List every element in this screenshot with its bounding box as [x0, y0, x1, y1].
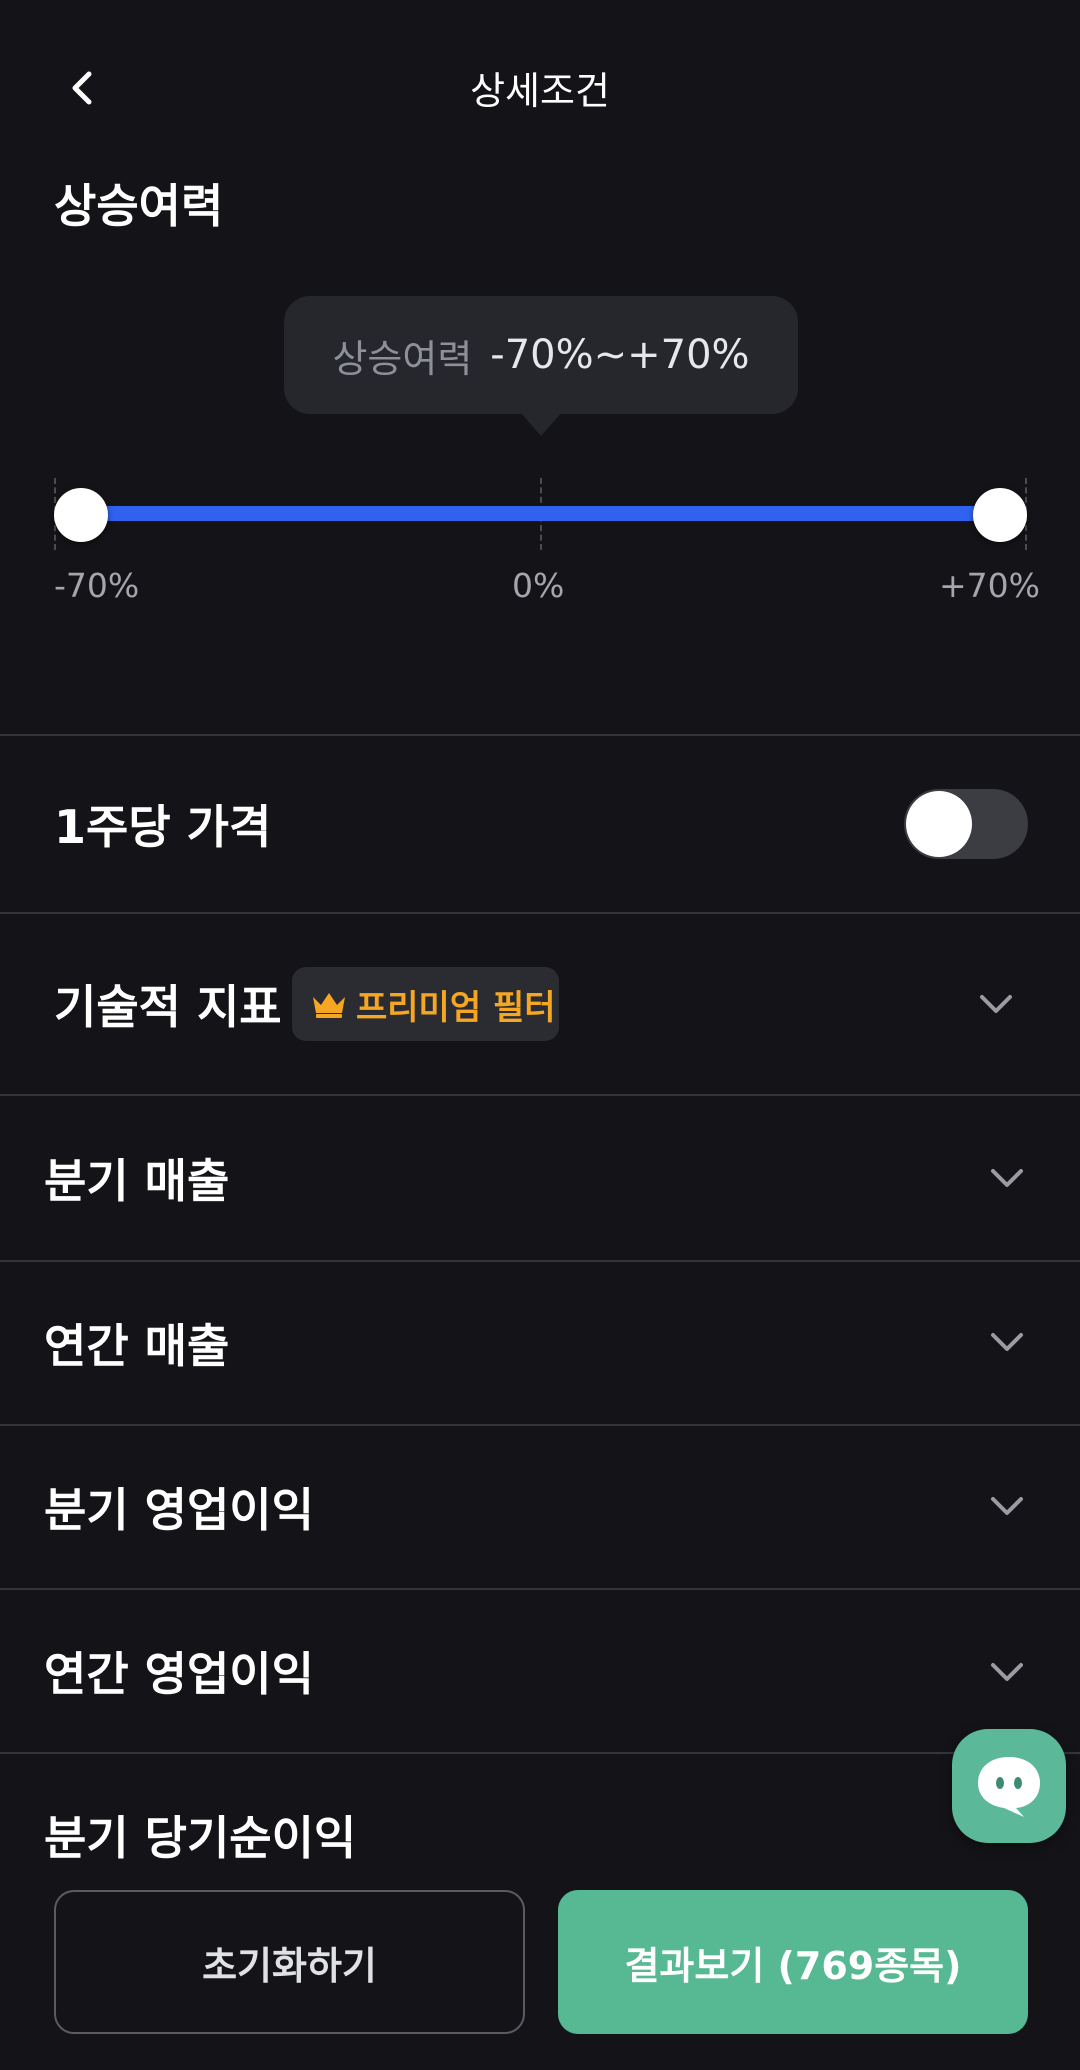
view-results-button[interactable]: 결과보기 (769종목) [558, 1890, 1028, 2034]
page-title: 상세조건 [470, 69, 610, 113]
technical-indicators-label: 기술적 지표 [54, 980, 282, 1034]
upside-section-title: 상승여력 [54, 179, 224, 233]
toggle-knob [906, 791, 972, 857]
header: 상세조건 [0, 0, 1080, 175]
upside-range-slider[interactable] [54, 478, 1027, 550]
filter-row-quarterly-operating-profit[interactable]: 분기 영업이익 [0, 1426, 1080, 1588]
price-per-share-toggle[interactable] [904, 789, 1028, 859]
chevron-down-icon [987, 1652, 1027, 1692]
reset-button[interactable]: 초기화하기 [54, 1890, 525, 2034]
slider-label-max: +70% [939, 566, 1040, 605]
chevron-down-icon [987, 1486, 1027, 1526]
filter-row-annual-revenue[interactable]: 연간 매출 [0, 1262, 1080, 1424]
chevron-down-icon [976, 984, 1016, 1024]
chevron-down-icon [987, 1322, 1027, 1362]
premium-badge-text: 프리미엄 필터 [356, 987, 556, 1028]
filter-row-quarterly-revenue[interactable]: 분기 매출 [0, 1096, 1080, 1260]
crown-icon [313, 993, 345, 1018]
chat-bubble-icon [978, 1757, 1040, 1817]
chevron-down-icon [987, 1158, 1027, 1198]
bottom-action-bar: 초기화하기 결과보기 (769종목) [0, 1870, 1080, 2070]
premium-filter-badge: 프리미엄 필터 [292, 967, 559, 1041]
slider-label-mid: 0% [512, 566, 565, 605]
filter-label: 연간 영업이익 [44, 1647, 314, 1701]
tooltip-label: 상승여력 [332, 336, 473, 381]
chat-button[interactable] [952, 1729, 1066, 1843]
tooltip-value: -70%~+70% [490, 332, 750, 378]
price-per-share-label: 1주당 가격 [54, 800, 272, 854]
slider-track [79, 506, 1002, 521]
filter-row-annual-operating-profit[interactable]: 연간 영업이익 [0, 1590, 1080, 1752]
filter-label: 분기 영업이익 [44, 1483, 314, 1537]
filter-label: 분기 당기순이익 [44, 1811, 357, 1865]
filter-label: 연간 매출 [44, 1319, 230, 1373]
range-tooltip: 상승여력 -70%~+70% [284, 296, 798, 436]
slider-thumb-min[interactable] [54, 488, 108, 542]
filter-label: 분기 매출 [44, 1154, 230, 1208]
slider-thumb-max[interactable] [973, 488, 1027, 542]
slider-label-min: -70% [54, 566, 140, 605]
